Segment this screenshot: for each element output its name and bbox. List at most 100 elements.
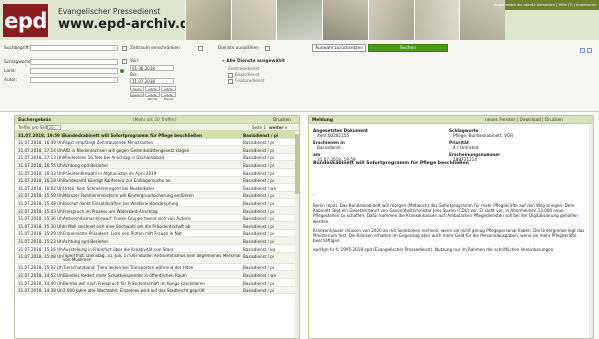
results-count: (Mehr als 20 Treffer) (133, 117, 177, 123)
search-button[interactable]: Suchen (368, 44, 448, 52)
row-title: Bundesamt kündigt Konferenz zur Endlager… (63, 178, 171, 184)
row-service: Basisdienst / pi (243, 231, 275, 237)
row-title: Achtung epd-Bezieher (63, 162, 109, 168)
row-service: Basisdienst / pi (243, 238, 275, 244)
detail-actions[interactable]: neues Fenster | Download | Drucken (485, 118, 563, 123)
row-date: 31.07.2018, 16:49 Uhr (18, 140, 63, 146)
featuredienst-checkbox[interactable] (228, 79, 233, 84)
alle-dienste-link[interactable]: » Alle Dienste ausgewählt (222, 59, 285, 64)
table-row[interactable]: 31.07.2018, 14:52 Uhr Bündnis fordert meh… (15, 271, 299, 280)
account-links[interactable]: Angemeldet als user42 Abmelden | Hilfe (… (494, 3, 596, 7)
reset-button[interactable]: Auswahl zurücksetzen (312, 44, 366, 52)
table-row[interactable]: 31.07.2018, 15:16 Uhr Ausstellung in Fran… (15, 245, 299, 253)
detail-panel: Meldung neues Fenster | Download | Druck… (308, 115, 594, 339)
zeitraum-checkbox[interactable] (122, 45, 127, 51)
table-row[interactable]: 31.07.2018, 16:49 Uhr Papst empfängt Zehn… (15, 139, 299, 147)
detail-scrollbar[interactable] (589, 125, 593, 338)
row-title: Bündnis fordert mehr Schattenspender in … (63, 273, 187, 279)
row-service: Basisdienst / wn (243, 273, 277, 279)
row-title: Bundeskabinett will Sofortprogramm für P… (63, 132, 202, 138)
next-page-link[interactable]: weiter » (269, 125, 287, 130)
von-label: Von: (130, 59, 140, 64)
account-bar: Angemeldet als user42 Abmelden | Hilfe (… (494, 0, 599, 10)
land-input[interactable] (30, 68, 118, 74)
quick-range-heute[interactable]: heute (130, 86, 144, 91)
results-scrollbar[interactable] (295, 131, 299, 338)
table-row[interactable]: 31.07.2018, 16:02 Uhr Urteil: Kein Schmer… (15, 184, 299, 192)
table-row[interactable]: 31.07.2018, 19:59 UhrBundeskabinett will… (15, 131, 299, 139)
von-checkbox[interactable] (122, 59, 127, 64)
search-form: Suchbegriff: Zeitraum einschränken Diens… (0, 40, 599, 112)
article-paragraph-1: Berlin (epd). Das Bundeskabinett will mo… (313, 203, 578, 224)
quick-range-monat-2[interactable]: letzte Monat (161, 92, 176, 101)
row-title: Papst empfängt Zehntausende Ministranten (63, 140, 154, 146)
table-row[interactable]: 31.07.2018, 16:55 Uhr Achtung epd-Beziehe… (15, 161, 299, 169)
layout-split-icon[interactable] (580, 48, 585, 53)
quick-range-woche-2[interactable]: letzte Woche (145, 92, 160, 101)
row-date: 31.07.2018, 14:40 Uhr (18, 280, 63, 286)
row-date: 31.07.2018, 15:29 Uhr (18, 231, 63, 237)
epd-logo[interactable]: epd (3, 4, 48, 37)
layout-single-icon[interactable] (587, 48, 592, 53)
per-page-label: Treffer pro Seite (18, 125, 50, 131)
row-date: 31.07.2018, 16:33 Uhr (18, 170, 63, 176)
row-service: Basisdienst / pi (243, 132, 279, 138)
row-date: 31.07.2018, 15:02 Uhr (18, 265, 63, 271)
row-service: Basisdienst / pi (243, 162, 275, 168)
table-row[interactable]: 31.07.2018, 16:18 Uhr Bundesamt kündigt K… (15, 176, 299, 185)
zeitraum-info-icon[interactable] (198, 45, 203, 51)
table-row[interactable]: 31.07.2018, 16:33 Uhr Präsidentenwahl in … (15, 169, 299, 177)
table-row[interactable]: 31.07.2018, 14:40 Uhr Bemba will nach Fre… (15, 279, 299, 287)
detail-header: Meldung neues Fenster | Download | Druck… (309, 116, 593, 124)
table-row[interactable]: 31.07.2018, 17:14 Uhr AfD in Niedersachse… (15, 146, 299, 154)
row-title: Tierschutzbund: Tiere leiden bei Transpo… (63, 265, 194, 271)
table-row[interactable]: 31.07.2018, 15:30 Uhr In Mali zeichnet si… (15, 222, 299, 230)
row-service: Basisdienst / pi (243, 140, 275, 146)
row-date: 31.07.2018, 15:36 Uhr (18, 216, 63, 222)
suchbegriff-input[interactable] (30, 45, 118, 51)
featuredienst-label: Featuredienst (235, 79, 265, 84)
von-date-input[interactable]: 01.06.2018 (130, 65, 174, 71)
row-service: Basisdienst / wn (243, 185, 277, 191)
table-row[interactable]: 31.07.2018, 15:08 Uhr (Sperrfrist: Dienst… (15, 252, 299, 264)
zeitraum-label: Zeitraum einschränken (130, 46, 180, 51)
row-service: Basisdienst / pi (243, 147, 275, 153)
row-service: Basisdienst / pi (243, 288, 275, 294)
results-title: Suchergebnis (18, 117, 51, 123)
table-row[interactable]: 31.07.2018, 15:29 Uhr Frauenärzte-Präside… (15, 230, 299, 238)
row-service: Basisdienst / pi (243, 216, 275, 222)
per-page-select[interactable]: 20 (47, 125, 61, 130)
quick-range-monat[interactable]: letzte Monat (161, 86, 176, 95)
autor-input[interactable] (30, 77, 118, 83)
row-date: 31.07.2018, 15:23 Uhr (18, 238, 63, 244)
table-row[interactable]: 31.07.2018, 15:59 Uhr Marxzer Familienmin… (15, 191, 299, 200)
row-date: 31.07.2018, 15:48 Uhr (18, 200, 63, 206)
row-date: 31.07.2018, 16:18 Uhr (18, 178, 63, 184)
row-title: Ausstellung in Frankfurt über die Kreati… (63, 246, 174, 252)
prioritaet-value: 4 / Ontrated (453, 145, 479, 150)
table-row[interactable]: 31.07.2018, 17:13 Uhr Mindestens 16 Tote … (15, 154, 299, 162)
bis-date-input[interactable]: 31.07.2018 (130, 78, 174, 84)
schlagworte-input[interactable] (30, 59, 118, 65)
table-row[interactable]: 31.07.2018, 14:38 Uhr 2.000 Jahre alte Wa… (15, 286, 299, 295)
table-row[interactable]: 31.07.2018, 15:02 Uhr Tierschutzbund: Tie… (15, 264, 299, 272)
brand-subtitle: Evangelischer Pressedienst (58, 7, 161, 16)
header-image-collage (185, 0, 506, 40)
results-print-link[interactable]: Drucken (273, 118, 291, 123)
quick-range-gestern[interactable]: gestern (130, 92, 144, 97)
erschienen-value: Basisdienst (317, 145, 341, 150)
quick-range-woche[interactable]: letzte Woche (145, 86, 160, 95)
row-date: 31.07.2018, 15:30 Uhr (18, 223, 63, 229)
table-row[interactable]: 31.07.2018, 15:36 Uhr Antisemitismus-Vorw… (15, 215, 299, 223)
basisdienst-checkbox[interactable] (228, 73, 233, 78)
table-row[interactable]: 31.07.2018, 15:43 Uhr Freispruch im Proze… (15, 206, 299, 215)
row-date: 31.07.2018, 16:02 Uhr (18, 185, 63, 191)
dienste-info-icon[interactable] (265, 45, 270, 51)
row-service: Basisdienst / pi (243, 193, 275, 199)
table-row[interactable]: 31.07.2018, 15:48 Uhr Bischof dankt Einsa… (15, 199, 299, 207)
results-list: 31.07.2018, 19:59 UhrBundeskabinett will… (15, 131, 299, 295)
table-row[interactable]: 31.07.2018, 15:23 Uhr Achtung epd-Beziehe… (15, 237, 299, 245)
row-service: Basisdienst / pi (243, 280, 275, 286)
row-title: Bischof dankt Einsatzkräften bei Waldbra… (63, 200, 179, 206)
row-title: In Mali zeichnet sich eine Stichwahl um … (63, 223, 191, 229)
